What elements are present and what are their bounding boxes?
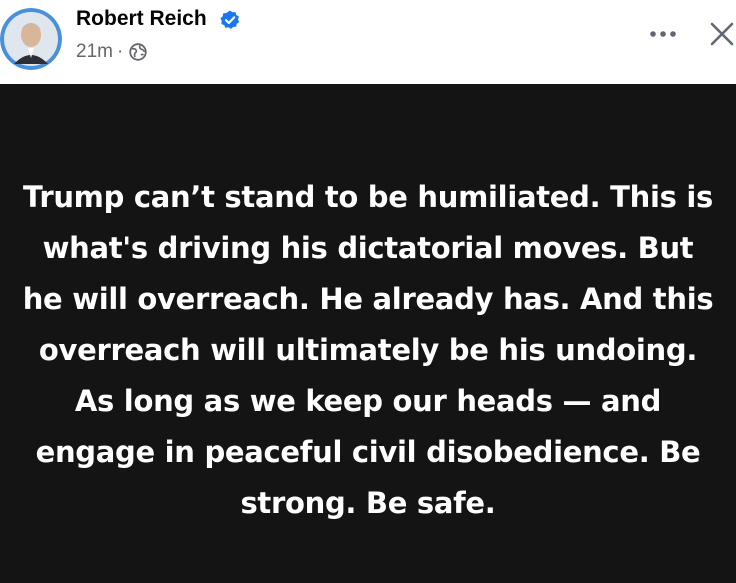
more-options-button[interactable] xyxy=(645,16,681,52)
author-name[interactable]: Robert Reich xyxy=(76,7,207,31)
globe-icon xyxy=(129,43,147,61)
post-timestamp[interactable]: 21m xyxy=(76,40,113,64)
verified-badge-icon xyxy=(220,10,240,29)
close-button[interactable] xyxy=(704,16,736,52)
meta-separator: · xyxy=(116,41,124,62)
more-options-icon xyxy=(650,31,676,37)
post-header: Robert Reich 21m · xyxy=(0,0,736,84)
author-avatar[interactable] xyxy=(0,8,62,70)
post-text: Trump can’t stand to be humiliated. This… xyxy=(22,180,714,520)
post-text-background: Trump can’t stand to be humiliated. This… xyxy=(0,84,736,583)
post-card: Robert Reich 21m · Trump can’t stand to … xyxy=(0,0,736,583)
close-icon xyxy=(710,22,734,46)
post-meta: 21m · xyxy=(76,40,147,64)
